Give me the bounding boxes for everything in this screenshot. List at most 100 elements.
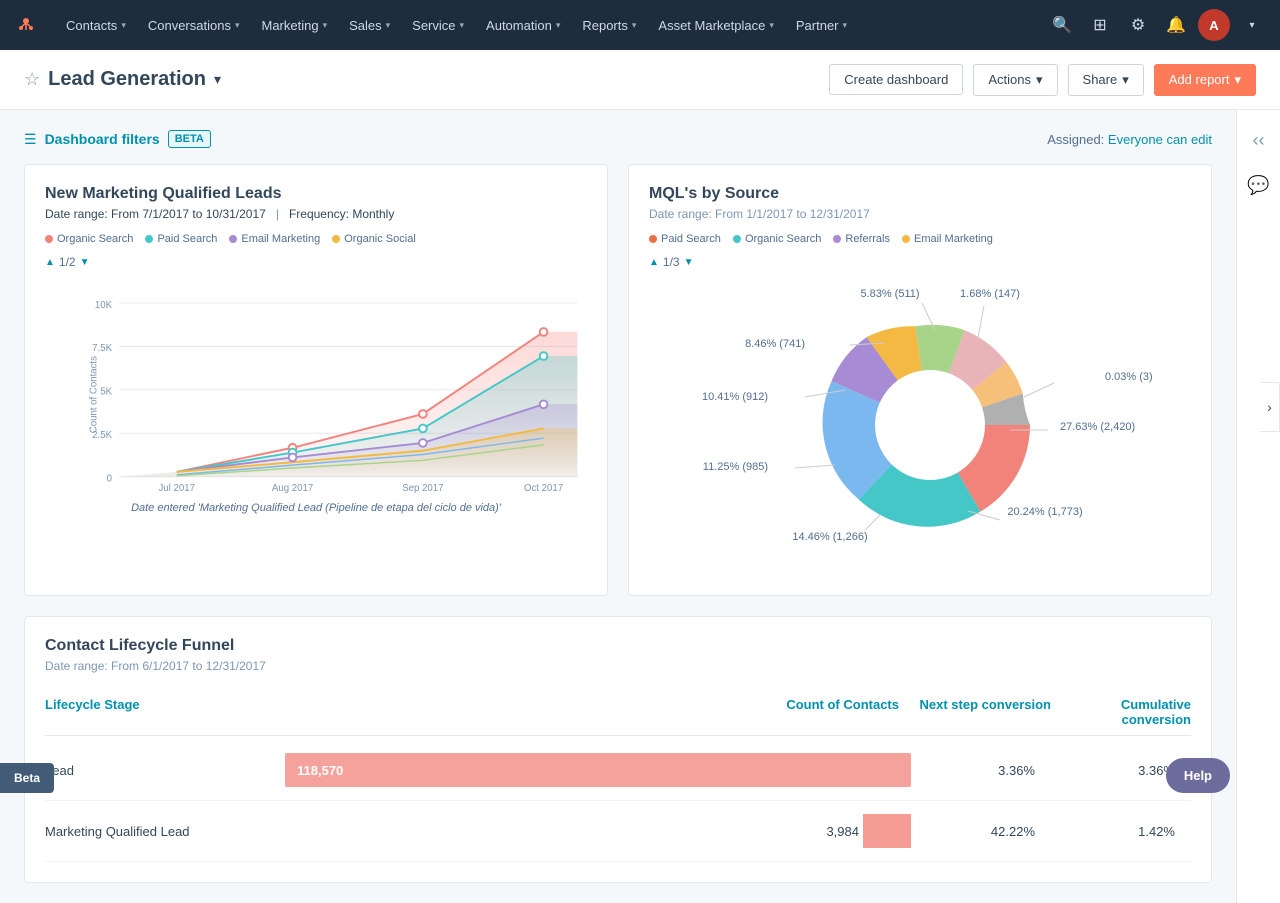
title-dropdown-icon[interactable]: ▾ bbox=[214, 71, 221, 88]
create-dashboard-button[interactable]: Create dashboard bbox=[829, 64, 963, 95]
nav-item-conversations[interactable]: Conversations ▾ bbox=[138, 12, 250, 39]
svg-text:Jul 2017: Jul 2017 bbox=[158, 483, 194, 494]
svg-text:0.03% (3): 0.03% (3) bbox=[1105, 371, 1153, 383]
chevron-down-icon: ▾ bbox=[1036, 72, 1043, 88]
legend-item-organic-search: Organic Search bbox=[45, 233, 133, 245]
funnel-row-lead: Lead 118,570 3.36% 3.36% bbox=[45, 740, 1191, 801]
prev-page-icon[interactable]: ▲ bbox=[649, 257, 659, 268]
funnel-cumulative-mql: 1.42% bbox=[1051, 824, 1191, 839]
mql-source-chart-card: MQL's by Source Date range: From 1/1/201… bbox=[628, 164, 1212, 596]
funnel-bar-container-lead: 118,570 bbox=[285, 750, 911, 790]
help-floating-button[interactable]: Help bbox=[1166, 758, 1230, 793]
filter-label[interactable]: Dashboard filters bbox=[45, 131, 160, 147]
chat-icon[interactable]: 💬 bbox=[1239, 167, 1277, 204]
content-area: ☰ Dashboard filters BETA Assigned: Every… bbox=[0, 110, 1280, 903]
svg-text:20.24% (1,773): 20.24% (1,773) bbox=[1007, 506, 1082, 518]
svg-text:14.46% (1,266): 14.46% (1,266) bbox=[792, 531, 867, 543]
chevron-down-icon: ▾ bbox=[1122, 72, 1129, 88]
chevron-down-icon: ▾ bbox=[386, 20, 391, 31]
chevron-down-icon: ▾ bbox=[1234, 72, 1241, 88]
legend-item-organic-social: Organic Social bbox=[332, 233, 416, 245]
legend-dot bbox=[733, 235, 741, 243]
assigned-label: Assigned: bbox=[1047, 132, 1104, 147]
assigned-link[interactable]: Everyone can edit bbox=[1108, 132, 1212, 147]
svg-text:10.41% (912): 10.41% (912) bbox=[702, 391, 768, 403]
chart1-page-indicator: ▲ 1/2 ▼ bbox=[45, 255, 587, 269]
svg-text:5.83% (511): 5.83% (511) bbox=[860, 288, 919, 300]
page-title-area: ☆ Lead Generation ▾ bbox=[24, 68, 221, 91]
funnel-header-stage: Lifecycle Stage bbox=[45, 697, 285, 727]
funnel-title: Contact Lifecycle Funnel bbox=[45, 637, 1191, 655]
donut-chart-svg: 27.63% (2,420) 20.24% (1,773) 14.46% (1,… bbox=[649, 275, 1191, 575]
svg-text:11.25% (985): 11.25% (985) bbox=[703, 461, 768, 473]
funnel-next-step-lead: 3.36% bbox=[911, 763, 1051, 778]
funnel-bar-lead: 118,570 bbox=[285, 753, 911, 787]
beta-floating-button[interactable]: Beta bbox=[0, 763, 54, 793]
svg-text:1.68% (147): 1.68% (147) bbox=[960, 288, 1020, 300]
svg-text:Count of Contacts: Count of Contacts bbox=[89, 356, 100, 433]
chart2-title: MQL's by Source bbox=[649, 185, 1191, 203]
marketplace-icon[interactable]: ⊞ bbox=[1084, 9, 1116, 41]
funnel-header-count: Count of Contacts bbox=[285, 697, 911, 727]
legend-email-marketing: Email Marketing bbox=[902, 233, 993, 245]
sub-header-actions: Create dashboard Actions ▾ Share ▾ Add r… bbox=[829, 64, 1256, 96]
svg-text:0: 0 bbox=[107, 474, 112, 485]
next-page-icon[interactable]: ▼ bbox=[80, 257, 90, 268]
funnel-header-next: Next step conversion bbox=[911, 697, 1051, 727]
main-content: ☰ Dashboard filters BETA Assigned: Every… bbox=[0, 110, 1236, 903]
chart1-legend: Organic Search Paid Search Email Marketi… bbox=[45, 233, 587, 245]
chevron-down-icon: ▾ bbox=[556, 20, 561, 31]
nav-right: 🔍 ⊞ ⚙ 🔔 A ▾ bbox=[1046, 9, 1268, 41]
svg-text:10K: 10K bbox=[95, 300, 113, 311]
charts-row: New Marketing Qualified Leads Date range… bbox=[24, 164, 1212, 596]
nav-item-service[interactable]: Service ▾ bbox=[402, 12, 474, 39]
legend-item-paid-search: Paid Search bbox=[145, 233, 217, 245]
chevron-down-icon: ▾ bbox=[460, 20, 465, 31]
add-report-button[interactable]: Add report ▾ bbox=[1154, 64, 1256, 96]
funnel-next-step-mql: 42.22% bbox=[911, 824, 1051, 839]
nav-item-sales[interactable]: Sales ▾ bbox=[339, 12, 400, 39]
legend-item-email-marketing: Email Marketing bbox=[229, 233, 320, 245]
funnel-stage-mql: Marketing Qualified Lead bbox=[45, 824, 285, 839]
prev-page-icon[interactable]: ▲ bbox=[45, 257, 55, 268]
next-page-icon[interactable]: ▼ bbox=[684, 257, 694, 268]
legend-dot bbox=[833, 235, 841, 243]
hubspot-logo[interactable] bbox=[12, 11, 40, 39]
avatar[interactable]: A bbox=[1198, 9, 1230, 41]
chevron-down-icon: ▾ bbox=[769, 20, 774, 31]
legend-dot bbox=[229, 235, 237, 243]
notifications-icon[interactable]: 🔔 bbox=[1160, 9, 1192, 41]
chevron-down-icon: ▾ bbox=[632, 20, 637, 31]
funnel-header-cumulative: Cumulative conversion bbox=[1051, 697, 1191, 727]
nav-item-asset-marketplace[interactable]: Asset Marketplace ▾ bbox=[648, 12, 783, 39]
nav-item-reports[interactable]: Reports ▾ bbox=[572, 12, 646, 39]
next-panel-button[interactable]: › bbox=[1260, 382, 1280, 432]
nav-item-automation[interactable]: Automation ▾ bbox=[476, 12, 570, 39]
page-title: Lead Generation bbox=[48, 68, 206, 91]
chevron-down-icon: ▾ bbox=[323, 20, 328, 31]
chart2-page-indicator: ▲ 1/3 ▼ bbox=[649, 255, 1191, 269]
search-button[interactable]: 🔍 bbox=[1046, 9, 1078, 41]
collapse-panel-icon[interactable]: ‹‹ bbox=[1245, 122, 1273, 159]
nav-items: Contacts ▾ Conversations ▾ Marketing ▾ S… bbox=[56, 12, 1046, 39]
account-chevron[interactable]: ▾ bbox=[1236, 9, 1268, 41]
share-button[interactable]: Share ▾ bbox=[1068, 64, 1144, 96]
favorite-icon[interactable]: ☆ bbox=[24, 69, 40, 90]
nav-item-marketing[interactable]: Marketing ▾ bbox=[251, 12, 337, 39]
sub-header: ☆ Lead Generation ▾ Create dashboard Act… bbox=[0, 50, 1280, 110]
funnel-table-header: Lifecycle Stage Count of Contacts Next s… bbox=[45, 689, 1191, 736]
svg-text:8.46% (741): 8.46% (741) bbox=[745, 338, 805, 350]
settings-icon[interactable]: ⚙ bbox=[1122, 9, 1154, 41]
legend-dot bbox=[332, 235, 340, 243]
legend-dot bbox=[145, 235, 153, 243]
filter-left: ☰ Dashboard filters BETA bbox=[24, 130, 211, 148]
funnel-stage-lead: Lead bbox=[45, 763, 285, 778]
chevron-down-icon: ▾ bbox=[121, 20, 126, 31]
funnel-bar-value-mql: 3,984 bbox=[826, 824, 859, 839]
funnel-bar-container-mql: 3,984 bbox=[285, 811, 911, 851]
beta-badge: BETA bbox=[168, 130, 211, 148]
chart2-legend: Paid Search Organic Search Referrals Ema… bbox=[649, 233, 1191, 245]
actions-button[interactable]: Actions ▾ bbox=[973, 64, 1057, 96]
nav-item-contacts[interactable]: Contacts ▾ bbox=[56, 12, 136, 39]
nav-item-partner[interactable]: Partner ▾ bbox=[786, 12, 857, 39]
